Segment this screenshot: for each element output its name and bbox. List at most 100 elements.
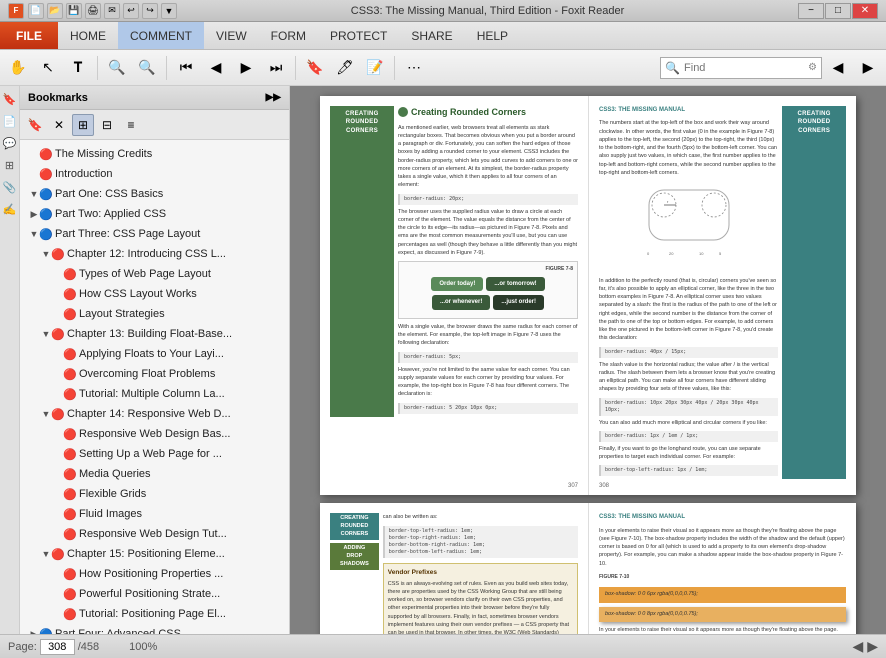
tb-hand-tool[interactable]: ✋ bbox=[4, 54, 32, 82]
tb-last-page[interactable]: ⏭ bbox=[262, 54, 290, 82]
attachments-icon[interactable]: 📎 bbox=[1, 178, 19, 196]
tb-zoom-out[interactable]: 🔍 bbox=[103, 54, 131, 82]
search-input[interactable] bbox=[684, 62, 804, 74]
signatures-icon[interactable]: ✍ bbox=[1, 200, 19, 218]
bookmark-types-layout[interactable]: 🔴 Types of Web Page Layout bbox=[20, 264, 289, 284]
bookmark-setup-web[interactable]: 🔴 Setting Up a Web Page for ... bbox=[20, 444, 289, 464]
prev-page-btn[interactable]: ◀ bbox=[852, 638, 863, 655]
bookmark-label: Setting Up a Web Page for ... bbox=[79, 448, 222, 460]
menu-protect[interactable]: PROTECT bbox=[318, 22, 399, 49]
bookmarks-icon[interactable]: 🔖 bbox=[1, 90, 19, 108]
bookmark-applying-floats[interactable]: 🔴 Applying Floats to Your Layi... bbox=[20, 344, 289, 364]
bookmark-responsive-tutorial[interactable]: 🔴 Responsive Web Design Tut... bbox=[20, 524, 289, 544]
bookmark-ch13[interactable]: ▼ 🔴 Chapter 13: Building Float-Base... bbox=[20, 324, 289, 344]
bookmark-responsive-basics[interactable]: 🔴 Responsive Web Design Bas... bbox=[20, 424, 289, 444]
sidebar-expand-icon[interactable]: ▶▶ bbox=[266, 92, 281, 103]
title-bar: F 📄 📂 💾 🖨 ✉ ↩ ↪ ▼ CSS3: The Missing Manu… bbox=[0, 0, 886, 22]
bookmark-label: How CSS Layout Works bbox=[79, 288, 197, 300]
bookmark-fluid-images[interactable]: 🔴 Fluid Images bbox=[20, 504, 289, 524]
tb-bookmark[interactable]: 🔖 bbox=[301, 54, 329, 82]
tb-more[interactable]: ⋯ bbox=[400, 54, 428, 82]
bookmark-label: Applying Floats to Your Layi... bbox=[79, 348, 224, 360]
page-number-input[interactable] bbox=[40, 639, 75, 655]
bookmark-ch15[interactable]: ▼ 🔴 Chapter 15: Positioning Eleme... bbox=[20, 544, 289, 564]
tb-highlight[interactable]: 🖊 bbox=[331, 54, 359, 82]
pdf-content-area[interactable]: CREATINGROUNDEDCORNERS Creating Rounded … bbox=[290, 86, 886, 634]
menu-comment[interactable]: COMMENT bbox=[118, 22, 204, 49]
bookmark-icon: 🔴 bbox=[64, 468, 76, 480]
figure-710-label: FIGURE 7-10 bbox=[599, 574, 846, 581]
bookmark-overcoming-float[interactable]: 🔴 Overcoming Float Problems bbox=[20, 364, 289, 384]
layers-icon[interactable]: ⊞ bbox=[1, 156, 19, 174]
next-page-btn[interactable]: ▶ bbox=[867, 638, 878, 655]
bookmark-ch14[interactable]: ▼ 🔴 Chapter 14: Responsive Web D... bbox=[20, 404, 289, 424]
bookmark-part-three[interactable]: ▼ 🔵 Part Three: CSS Page Layout bbox=[20, 224, 289, 244]
bookmark-missing-credits[interactable]: 🔴 The Missing Credits bbox=[20, 144, 289, 164]
quick-access-toolbar: 📄 📂 💾 🖨 ✉ ↩ ↪ ▼ bbox=[28, 3, 177, 19]
tb-first-page[interactable]: ⏮ bbox=[172, 54, 200, 82]
page-body-4: However, you're not limited to the same … bbox=[398, 366, 578, 399]
undo-icon[interactable]: ↩ bbox=[123, 3, 139, 19]
open-icon[interactable]: 📂 bbox=[47, 3, 63, 19]
bookmark-label: The Missing Credits bbox=[55, 148, 152, 160]
sidebar-collapse-all[interactable]: ⊟ bbox=[96, 114, 118, 136]
print-icon[interactable]: 🖨 bbox=[85, 3, 101, 19]
menu-form[interactable]: FORM bbox=[259, 22, 318, 49]
tb-zoom-in[interactable]: 🔍 bbox=[133, 54, 161, 82]
page-title-rounded-corners: Creating Rounded Corners bbox=[398, 106, 578, 119]
page-body-1: As mentioned earlier, web browsers treat… bbox=[398, 124, 578, 190]
bookmark-how-css[interactable]: 🔴 How CSS Layout Works bbox=[20, 284, 289, 304]
comments-icon[interactable]: 💬 bbox=[1, 134, 19, 152]
bookmark-powerful-positioning[interactable]: 🔴 Powerful Positioning Strate... bbox=[20, 584, 289, 604]
bookmark-flexible-grids[interactable]: 🔴 Flexible Grids bbox=[20, 484, 289, 504]
menu-share[interactable]: SHARE bbox=[399, 22, 464, 49]
customize-icon[interactable]: ▼ bbox=[161, 3, 177, 19]
bookmark-icon: 🔴 bbox=[64, 428, 76, 440]
sidebar-delete-bookmark[interactable]: ✕ bbox=[48, 114, 70, 136]
pages-icon[interactable]: 📄 bbox=[1, 112, 19, 130]
search-settings-icon[interactable]: ⚙ bbox=[808, 62, 817, 73]
bookmark-part-one[interactable]: ▼ 🔵 Part One: CSS Basics bbox=[20, 184, 289, 204]
close-button[interactable]: ✕ bbox=[852, 3, 878, 19]
bookmark-ch12[interactable]: ▼ 🔴 Chapter 12: Introducing CSS L... bbox=[20, 244, 289, 264]
sidebar-more-options[interactable]: ≡ bbox=[120, 114, 142, 136]
menu-file[interactable]: FILE bbox=[0, 22, 58, 49]
bookmark-layout-strategies[interactable]: 🔴 Layout Strategies bbox=[20, 304, 289, 324]
bookmark-label: Layout Strategies bbox=[79, 308, 165, 320]
sidebar-expand-all[interactable]: ⊞ bbox=[72, 114, 94, 136]
save-icon[interactable]: 💾 bbox=[66, 3, 82, 19]
tb-next-page[interactable]: ▶ bbox=[232, 54, 260, 82]
tb-select-tool[interactable]: ↖ bbox=[34, 54, 62, 82]
bookmark-part-four[interactable]: ▶ 🔵 Part Four: Advanced CSS bbox=[20, 624, 289, 634]
redo-icon[interactable]: ↪ bbox=[142, 3, 158, 19]
banner-adding-shadows: ADDINGDROPSHADOWS bbox=[330, 543, 379, 570]
nav-forward[interactable]: ▶ bbox=[854, 54, 882, 82]
minimize-button[interactable]: − bbox=[798, 3, 824, 19]
email-icon[interactable]: ✉ bbox=[104, 3, 120, 19]
menu-help[interactable]: HELP bbox=[465, 22, 520, 49]
bookmark-icon: 🔴 bbox=[64, 288, 76, 300]
tb-text-select[interactable]: 𝐓 bbox=[64, 54, 92, 82]
tb-prev-page[interactable]: ◀ bbox=[202, 54, 230, 82]
bookmark-media-queries[interactable]: 🔴 Media Queries bbox=[20, 464, 289, 484]
nav-back[interactable]: ◀ bbox=[824, 54, 852, 82]
search-box[interactable]: 🔍 ⚙ bbox=[660, 57, 822, 79]
maximize-button[interactable]: □ bbox=[825, 3, 851, 19]
page-spread-2: CREATINGROUNDEDCORNERS ADDINGDROPSHADOWS… bbox=[320, 503, 856, 634]
bookmark-part-two[interactable]: ▶ 🔵 Part Two: Applied CSS bbox=[20, 204, 289, 224]
bookmark-how-positioning[interactable]: 🔴 How Positioning Properties ... bbox=[20, 564, 289, 584]
bookmark-introduction[interactable]: 🔴 Introduction bbox=[20, 164, 289, 184]
sidebar-new-bookmark[interactable]: 🔖 bbox=[24, 114, 46, 136]
bookmark-icon: 🔴 bbox=[52, 408, 64, 420]
new-icon[interactable]: 📄 bbox=[28, 3, 44, 19]
bookmark-tutorial-positioning[interactable]: 🔴 Tutorial: Positioning Page El... bbox=[20, 604, 289, 624]
menu-home[interactable]: HOME bbox=[58, 22, 118, 49]
menu-view[interactable]: VIEW bbox=[204, 22, 259, 49]
pdf-page-307: CREATINGROUNDEDCORNERS Creating Rounded … bbox=[320, 96, 588, 495]
bookmark-tutorial-column[interactable]: 🔴 Tutorial: Multiple Column La... bbox=[20, 384, 289, 404]
bookmark-icon: 🔴 bbox=[64, 588, 76, 600]
tb-note[interactable]: 📝 bbox=[361, 54, 389, 82]
svg-text:0: 0 bbox=[647, 251, 650, 256]
bookmark-label: Tutorial: Positioning Page El... bbox=[79, 608, 226, 620]
scroll-indicator: ◀ ▶ bbox=[852, 638, 878, 655]
